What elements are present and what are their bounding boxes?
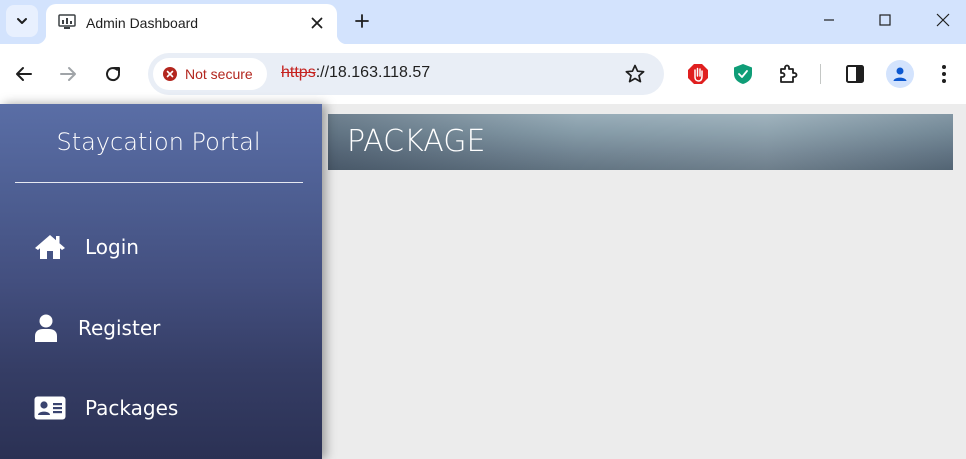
browser-toolbar: Not secure https://18.163.118.57 — [0, 44, 966, 104]
url-scheme: https — [281, 64, 316, 81]
page-header-banner: PACKAGE — [328, 114, 953, 170]
reload-icon — [106, 67, 121, 82]
tab-title: Admin Dashboard — [86, 15, 199, 31]
browser-tabstrip: Admin Dashboard — [0, 0, 966, 44]
kebab-menu-icon — [942, 65, 946, 83]
sidebar-item-login[interactable]: Login — [34, 232, 139, 262]
security-chip[interactable]: Not secure — [153, 58, 267, 90]
minimize-icon — [824, 19, 834, 21]
sidebar-item-label: Packages — [85, 396, 179, 420]
sidebar-item-register[interactable]: Register — [34, 313, 160, 343]
adblock-extension-button[interactable] — [686, 62, 710, 86]
star-icon[interactable] — [624, 63, 646, 85]
side-panel-button[interactable] — [843, 62, 867, 86]
extensions-button[interactable] — [776, 62, 800, 86]
close-icon — [936, 13, 950, 27]
brand-title[interactable]: Staycation Portal — [0, 128, 317, 156]
chevron-down-icon — [17, 18, 27, 24]
close-window-button[interactable] — [914, 0, 966, 40]
maximize-button[interactable] — [856, 0, 914, 40]
plus-icon — [355, 14, 369, 28]
brand-divider — [15, 182, 303, 183]
url-host: ://18.163.118.57 — [315, 64, 431, 81]
sidebar-item-packages[interactable]: Packages — [34, 393, 178, 423]
url-text[interactable]: https://18.163.118.57 — [281, 64, 430, 82]
security-label: Not secure — [185, 66, 253, 82]
close-icon — [311, 17, 323, 29]
main-content: PACKAGE — [322, 104, 966, 459]
dashboard-favicon-icon — [58, 14, 76, 29]
person-icon — [893, 67, 907, 81]
sidebar: Staycation Portal Login Register Package… — [0, 104, 322, 459]
toolbar-divider — [820, 64, 821, 84]
forward-button[interactable] — [52, 58, 84, 90]
minimize-button[interactable] — [800, 0, 858, 40]
sidebar-item-label: Register — [78, 316, 161, 340]
maximize-icon — [879, 14, 891, 26]
shield-extension-button[interactable] — [731, 62, 755, 86]
reload-button[interactable] — [97, 58, 129, 90]
side-panel-icon — [846, 65, 864, 83]
arrow-left-icon — [16, 67, 32, 81]
user-icon — [34, 314, 58, 342]
id-card-icon — [34, 394, 66, 422]
stop-hand-icon — [688, 64, 708, 84]
profile-button[interactable] — [886, 60, 914, 88]
shield-check-icon — [734, 64, 752, 84]
browser-menu-button[interactable] — [932, 62, 956, 86]
back-button[interactable] — [8, 58, 40, 90]
tab-search-button[interactable] — [6, 5, 38, 37]
tab-close-button[interactable] — [307, 13, 327, 33]
new-tab-button[interactable] — [350, 9, 374, 33]
sidebar-item-label: Login — [85, 235, 139, 259]
puzzle-icon — [780, 64, 798, 83]
address-bar[interactable]: Not secure https://18.163.118.57 — [148, 53, 664, 95]
page-title: PACKAGE — [347, 124, 486, 159]
browser-tab-active[interactable]: Admin Dashboard — [36, 4, 347, 44]
arrow-right-icon — [60, 67, 76, 81]
home-icon — [34, 233, 66, 261]
warning-x-icon — [163, 67, 177, 81]
